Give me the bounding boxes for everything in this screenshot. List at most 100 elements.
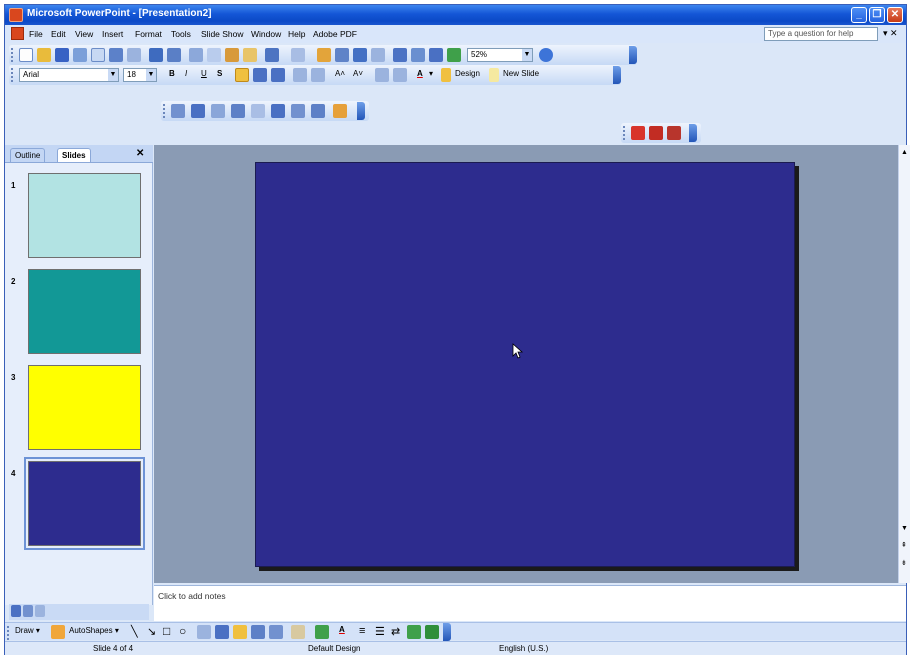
print-preview-icon[interactable] <box>127 48 141 62</box>
dash-style-icon[interactable]: ☰ <box>375 625 385 638</box>
close-panel-icon[interactable]: ✕ <box>136 148 144 159</box>
menu-help[interactable]: Help <box>288 29 305 39</box>
toolbar-options-icon[interactable] <box>443 623 451 641</box>
format-painter-icon[interactable] <box>243 48 257 62</box>
new-icon[interactable] <box>19 48 33 62</box>
rectangle-icon[interactable]: □ <box>163 624 170 638</box>
font-select[interactable]: Arial ▼ <box>19 68 119 82</box>
scroll-down-icon[interactable]: ▼ <box>901 525 908 532</box>
menu-adobe-pdf[interactable]: Adobe PDF <box>313 29 357 39</box>
italic-icon[interactable]: I <box>185 69 187 78</box>
decrease-font-size-icon[interactable]: A˅ <box>353 69 363 78</box>
email-icon[interactable] <box>91 48 105 62</box>
slide-show-view-icon[interactable] <box>35 605 45 617</box>
slide-thumbnail-4[interactable] <box>24 457 145 550</box>
diagram-icon[interactable] <box>233 625 247 639</box>
undo-icon[interactable] <box>265 48 279 62</box>
help-icon[interactable] <box>539 48 553 62</box>
new-slide-button[interactable]: New Slide <box>503 69 539 78</box>
redo-icon[interactable] <box>291 48 305 62</box>
toolbar-grip[interactable] <box>163 104 166 118</box>
toolbar-grip[interactable] <box>7 626 10 640</box>
menu-insert[interactable]: Insert <box>102 29 123 39</box>
line-style-icon[interactable]: ≡ <box>359 625 365 637</box>
line-icon[interactable]: ╲ <box>131 625 138 638</box>
bullets-icon[interactable] <box>311 68 325 82</box>
scroll-up-icon[interactable]: ▲ <box>901 149 908 156</box>
close-button[interactable]: ✕ <box>887 7 903 23</box>
next-slide-icon[interactable]: ⇟ <box>901 559 907 567</box>
toolbar-grip[interactable] <box>11 48 14 62</box>
convert-and-email-icon[interactable] <box>649 126 663 140</box>
slide-thumbnail-2[interactable] <box>28 269 141 354</box>
align-left-icon[interactable] <box>235 68 249 82</box>
paste-icon[interactable] <box>225 48 239 62</box>
copy-icon[interactable] <box>207 48 221 62</box>
previous-slide-icon[interactable]: ⇞ <box>901 541 907 549</box>
decrease-indent-icon[interactable] <box>375 68 389 82</box>
select-objects-icon[interactable] <box>51 625 65 639</box>
font-size-select[interactable]: 18 ▼ <box>123 68 157 82</box>
permission-icon[interactable] <box>73 48 87 62</box>
current-slide[interactable] <box>255 162 795 567</box>
tool-icon-5[interactable] <box>251 104 265 118</box>
toolbar-grip[interactable] <box>11 68 14 82</box>
insert-chart-icon[interactable] <box>317 48 331 62</box>
slide-thumbnail-3[interactable] <box>28 365 141 450</box>
increase-indent-icon[interactable] <box>393 68 407 82</box>
cut-icon[interactable] <box>189 48 203 62</box>
autoshapes-menu-button[interactable]: AutoShapes ▾ <box>69 626 119 635</box>
align-center-icon[interactable] <box>253 68 267 82</box>
insert-table-icon[interactable] <box>335 48 349 62</box>
print-icon[interactable] <box>109 48 123 62</box>
shadow-icon[interactable]: S <box>217 69 222 78</box>
tool-icon-7[interactable] <box>291 104 305 118</box>
toolbar-options-icon[interactable] <box>357 102 365 120</box>
picture-icon[interactable] <box>269 625 283 639</box>
powerpoint-app-icon[interactable] <box>9 8 23 22</box>
design-icon[interactable] <box>441 68 451 82</box>
wordart-icon[interactable] <box>215 625 229 639</box>
clip-art-icon[interactable] <box>251 625 265 639</box>
tool-icon-1[interactable] <box>171 104 185 118</box>
chevron-down-icon[interactable]: ▼ <box>146 69 156 81</box>
normal-view-icon[interactable] <box>11 605 21 617</box>
menu-file[interactable]: File <box>29 29 43 39</box>
font-color-icon[interactable]: A <box>339 625 345 634</box>
convert-to-pdf-icon[interactable] <box>631 126 645 140</box>
vertical-scrollbar[interactable]: ▲ ▼ ⇞ ⇟ <box>898 145 910 583</box>
oval-icon[interactable]: ○ <box>179 624 186 638</box>
save-icon[interactable] <box>55 48 69 62</box>
increase-font-size-icon[interactable]: A˄ <box>335 69 345 78</box>
show-grid-icon[interactable] <box>429 48 443 62</box>
tool-icon-2[interactable] <box>191 104 205 118</box>
toolbar-options-icon[interactable] <box>613 66 621 84</box>
font-color-dropdown-icon[interactable]: ▾ <box>429 69 433 78</box>
research-icon[interactable] <box>167 48 181 62</box>
expand-all-icon[interactable] <box>393 48 407 62</box>
font-color-icon[interactable]: A <box>417 69 423 78</box>
minimize-button[interactable]: _ <box>851 7 867 23</box>
toolbar-options-icon[interactable] <box>629 46 637 64</box>
chevron-down-icon[interactable]: ▼ <box>522 49 532 61</box>
open-icon[interactable] <box>37 48 51 62</box>
title-bar[interactable]: Microsoft PowerPoint - [Presentation2] _… <box>5 5 906 25</box>
shadow-style-icon[interactable] <box>407 625 421 639</box>
text-box-icon[interactable] <box>197 625 211 639</box>
underline-icon[interactable]: U <box>201 69 207 78</box>
notes-pane[interactable]: Click to add notes <box>154 585 906 621</box>
color-grayscale-icon[interactable] <box>447 48 461 62</box>
draw-menu-button[interactable]: Draw ▾ <box>15 626 40 635</box>
menu-view[interactable]: View <box>75 29 93 39</box>
tool-icon-8[interactable] <box>311 104 325 118</box>
tool-icon-6[interactable] <box>271 104 285 118</box>
zoom-select[interactable]: 52% ▼ <box>467 48 533 62</box>
menu-format[interactable]: Format <box>135 29 162 39</box>
document-icon[interactable] <box>11 27 24 40</box>
menu-window[interactable]: Window <box>251 29 281 39</box>
ask-question-input[interactable]: Type a question for help <box>764 27 878 41</box>
slide-editing-area[interactable] <box>154 145 904 583</box>
toolbar-options-icon[interactable] <box>689 124 697 142</box>
tab-outline[interactable]: Outline <box>10 148 46 162</box>
new-slide-icon[interactable] <box>489 68 499 82</box>
